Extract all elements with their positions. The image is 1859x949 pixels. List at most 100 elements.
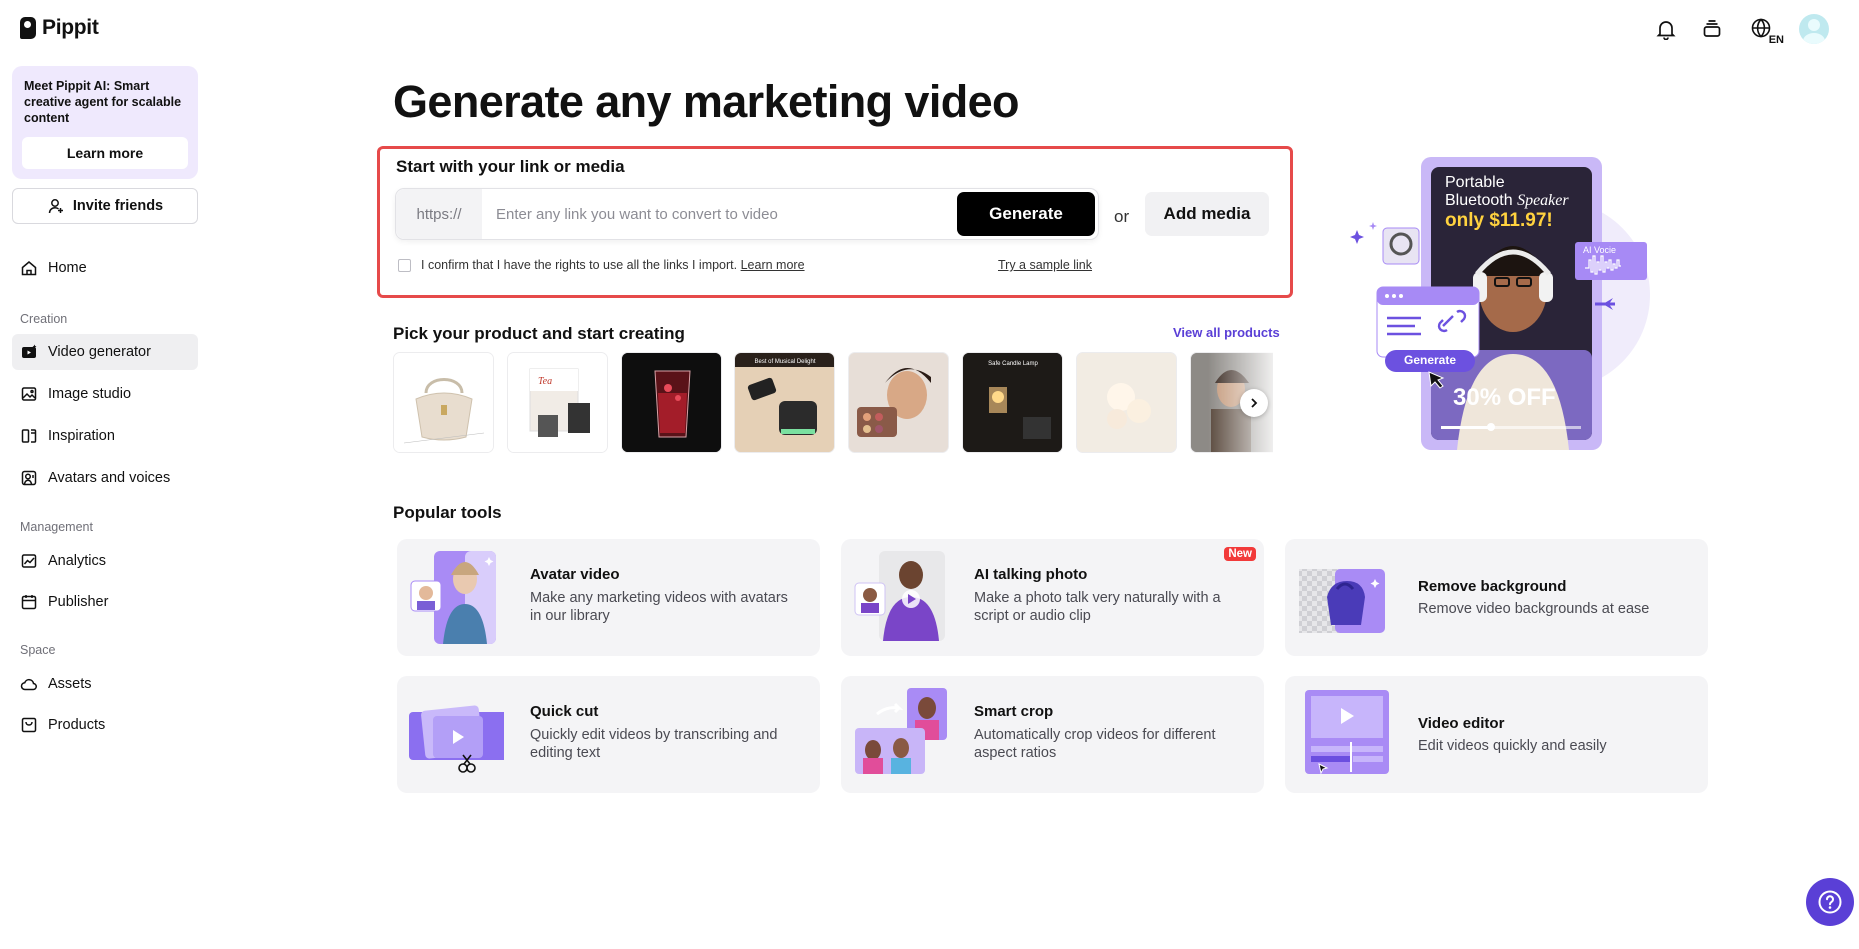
help-button[interactable] xyxy=(1806,878,1854,926)
product-card-tea[interactable]: Tea xyxy=(507,352,608,453)
logo-text: Pippit xyxy=(42,16,99,39)
chevron-right-icon xyxy=(1251,398,1258,408)
tool-desc: Make any marketing videos with avatars i… xyxy=(530,590,788,624)
candle-caption: Safe Candle Lamp xyxy=(988,361,1038,367)
sidebar-item-avatars-voices[interactable]: Avatars and voices xyxy=(12,460,198,496)
tools-section-title: Popular tools xyxy=(393,503,502,522)
glass-image xyxy=(622,353,721,452)
panel-title: Start with your link or media xyxy=(396,157,625,176)
hero-discount: 30% OFF xyxy=(1453,384,1556,411)
learn-more-button[interactable]: Learn more xyxy=(22,137,188,169)
tool-card-quick-cut[interactable]: Quick cut Quickly edit videos by transcr… xyxy=(397,676,820,793)
tool-title: AI talking photo xyxy=(974,566,1088,583)
tool-title: Smart crop xyxy=(974,703,1054,720)
promo-card: Meet Pippit AI: Smart creative agent for… xyxy=(12,66,198,179)
sidebar-item-video-generator[interactable]: Video generator xyxy=(12,334,198,370)
product-card-flowers[interactable] xyxy=(1076,352,1177,453)
tool-desc: Quickly edit videos by transcribing and … xyxy=(530,727,778,761)
confirm-learn-more-link[interactable]: Learn more xyxy=(741,258,805,272)
product-card-glass[interactable] xyxy=(621,352,722,453)
tool-card-remove-background[interactable]: Remove background Remove video backgroun… xyxy=(1285,539,1708,656)
nav-section-management: Management xyxy=(20,520,93,534)
product-card-speaker[interactable]: Best of Musical Delight xyxy=(734,352,835,453)
generate-button[interactable]: Generate xyxy=(957,192,1095,236)
speaker-caption: Best of Musical Delight xyxy=(754,359,815,365)
rights-confirmation: I confirm that I have the rights to use … xyxy=(398,258,805,272)
hero-price: only $11.97! xyxy=(1445,210,1553,231)
question-mark-icon xyxy=(1818,890,1842,914)
try-sample-link[interactable]: Try a sample link xyxy=(998,258,1092,272)
bell-icon[interactable] xyxy=(1653,16,1679,42)
sidebar: Pippit Meet Pippit AI: Smart creative ag… xyxy=(0,0,210,949)
hero-line-1: Portable xyxy=(1445,174,1505,191)
sidebar-item-home[interactable]: Home xyxy=(12,250,198,286)
sidebar-item-label: Inspiration xyxy=(48,428,115,444)
top-bar: EN xyxy=(1653,14,1829,46)
sidebar-item-inspiration[interactable]: Inspiration xyxy=(12,418,198,454)
sidebar-item-label: Avatars and voices xyxy=(48,470,171,486)
hero-line-2b: Speaker xyxy=(1517,192,1569,209)
tool-card-smart-crop[interactable]: Smart crop Automatically crop videos for… xyxy=(841,676,1264,793)
hero-headline: Portable Bluetooth Speaker only $11.97! xyxy=(1445,174,1569,230)
new-badge: New xyxy=(1224,547,1256,561)
carousel-next-button[interactable] xyxy=(1240,389,1268,417)
add-media-button[interactable]: Add media xyxy=(1145,192,1269,236)
url-prefix: https:// xyxy=(396,189,482,239)
product-card-candle-lamp[interactable]: Safe Candle Lamp xyxy=(962,352,1063,453)
sidebar-item-label: Image studio xyxy=(48,386,132,402)
home-icon xyxy=(20,259,38,277)
sidebar-item-products[interactable]: Products xyxy=(12,707,198,743)
url-input[interactable] xyxy=(482,189,957,239)
sidebar-item-publisher[interactable]: Publisher xyxy=(12,584,198,620)
product-card-handbag[interactable] xyxy=(393,352,494,453)
sidebar-item-label: Video generator xyxy=(48,344,151,360)
product-carousel: Tea Best of Musical Delight Safe Candle … xyxy=(393,352,1273,454)
sidebar-item-label: Publisher xyxy=(48,594,109,610)
tool-card-avatar-video[interactable]: Avatar video Make any marketing videos w… xyxy=(397,539,820,656)
tool-title: Remove background xyxy=(1418,578,1567,595)
tea-label: Tea xyxy=(538,376,552,387)
sidebar-item-label: Products xyxy=(48,717,106,733)
sidebar-item-label: Assets xyxy=(48,676,92,692)
pippit-logo-icon xyxy=(20,17,36,39)
promo-text: Meet Pippit AI: Smart creative agent for… xyxy=(24,79,182,125)
tool-title: Quick cut xyxy=(530,703,599,720)
hero-line-2a: Bluetooth xyxy=(1445,192,1518,209)
nav-section-space: Space xyxy=(20,643,56,657)
quick-cut-art xyxy=(409,705,504,773)
sidebar-item-assets[interactable]: Assets xyxy=(12,666,198,702)
candle-lamp-image: Safe Candle Lamp xyxy=(963,353,1062,452)
language-code: EN xyxy=(1767,34,1785,46)
tool-title: Avatar video xyxy=(530,566,620,583)
image-studio-icon xyxy=(20,385,38,403)
stack-icon[interactable] xyxy=(1699,16,1725,42)
products-section-title: Pick your product and start creating xyxy=(393,324,685,343)
avatar[interactable] xyxy=(1799,14,1829,44)
tool-card-video-editor[interactable]: Video editor Edit videos quickly and eas… xyxy=(1285,676,1708,793)
sidebar-item-label: Home xyxy=(48,260,87,276)
product-icon xyxy=(20,716,38,734)
tool-desc: Remove video backgrounds at ease xyxy=(1418,601,1650,617)
sidebar-item-image-studio[interactable]: Image studio xyxy=(12,376,198,412)
talking-photo-art xyxy=(854,551,945,641)
language-globe-icon[interactable]: EN xyxy=(1745,16,1785,46)
or-separator: or xyxy=(1114,207,1130,226)
makeup-model-image xyxy=(849,353,948,452)
product-card-makeup[interactable] xyxy=(848,352,949,453)
view-all-products-link[interactable]: View all products xyxy=(1173,325,1280,340)
logo[interactable]: Pippit xyxy=(20,16,99,40)
rights-checkbox[interactable] xyxy=(398,258,411,272)
tool-card-ai-talking-photo[interactable]: New AI talking photo Make a photo talk v… xyxy=(841,539,1264,656)
tea-box-image: Tea xyxy=(508,353,607,452)
inspiration-icon xyxy=(20,427,38,445)
link-input-panel: Start with your link or media https:// G… xyxy=(377,146,1293,298)
invite-friends-button[interactable]: Invite friends xyxy=(12,188,198,224)
speaker-image: Best of Musical Delight xyxy=(735,353,834,452)
hero-generate-pill: Generate xyxy=(1403,353,1457,367)
sidebar-item-analytics[interactable]: Analytics xyxy=(12,543,198,579)
page-title: Generate any marketing video xyxy=(393,76,1020,127)
avatar-video-art xyxy=(410,551,496,644)
invite-friends-label: Invite friends xyxy=(72,198,164,214)
tool-desc: Edit videos quickly and easily xyxy=(1418,738,1607,754)
sidebar-item-label: Analytics xyxy=(48,553,107,569)
